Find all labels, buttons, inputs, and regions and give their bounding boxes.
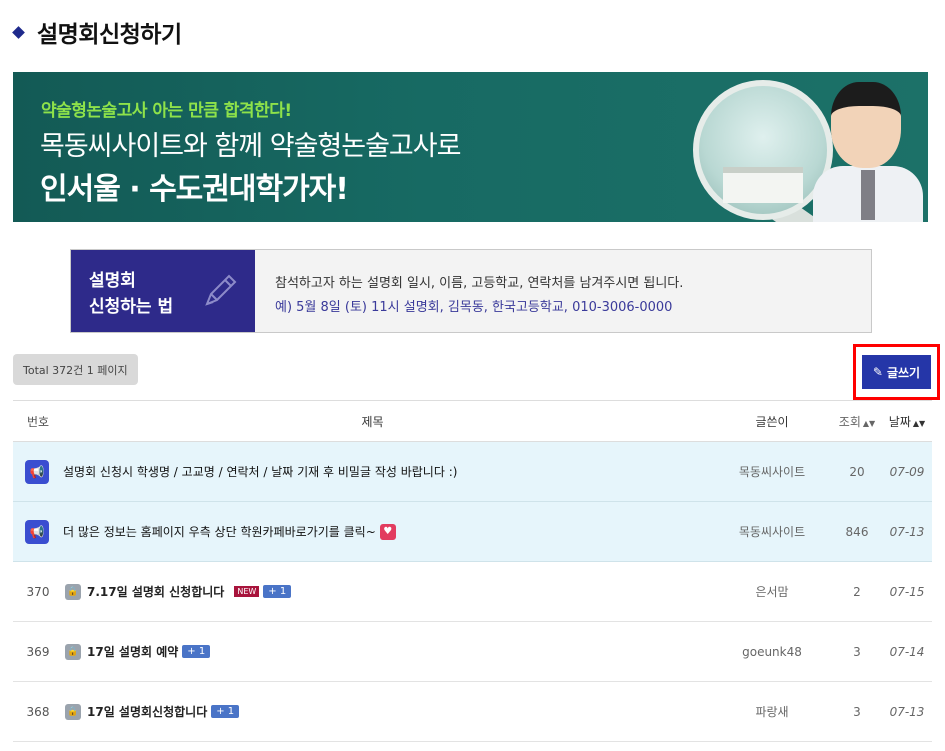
post-title-link[interactable]: 17일 설명회 예약: [87, 643, 178, 660]
table-row[interactable]: 368 🔒 17일 설명회신청합니다 + 1 파랑새 3 07-13: [13, 682, 932, 742]
post-num: 369: [26, 644, 50, 659]
megaphone-icon: 📢: [25, 459, 49, 484]
pencil-icon: ✎: [872, 365, 883, 379]
table-row[interactable]: 370 🔒 7.17일 설명회 신청합니다 NEW + 1 은서맘 2 07-1…: [13, 562, 932, 622]
col-date-label: 날짜: [888, 414, 911, 429]
megaphone-icon: 📢: [25, 519, 49, 544]
university-building-graphic: [723, 167, 803, 203]
lock-icon: 🔒: [65, 643, 81, 660]
notice-row[interactable]: 📢 설명회 신청시 학생명 / 고교명 / 연락처 / 날짜 기재 후 비밀글 …: [13, 442, 932, 502]
write-button[interactable]: ✎ 글쓰기: [862, 355, 931, 389]
col-views-label: 조회: [838, 414, 861, 429]
col-num: 번호: [26, 414, 50, 429]
post-views: 3: [853, 704, 861, 719]
howto-label: 설명회 신청하는 법: [71, 250, 255, 332]
post-date: 07-14: [889, 644, 925, 659]
pencil-icon: [205, 274, 237, 306]
comment-count-badge: + 1: [263, 585, 292, 598]
table-header: 번호 제목 글쓴이 조회 ▲▼ 날짜 ▲▼: [13, 401, 932, 442]
howto-instruction: 참석하고자 하는 설명회 일시, 이름, 고등학교, 연락처를 남겨주시면 됩니…: [275, 276, 684, 291]
notice-views: 20: [849, 464, 865, 479]
post-num: 370: [26, 584, 50, 599]
notice-date: 07-13: [889, 524, 925, 539]
post-views: 3: [853, 644, 861, 659]
board-table: 번호 제목 글쓴이 조회 ▲▼ 날짜 ▲▼ 📢 설명회 신청시 학생명 / 고교명 …: [13, 400, 932, 742]
howto-example: 예) 5월 8일 (토) 11시 설명회, 김목동, 한국고등학교, 010-3…: [275, 300, 673, 315]
sort-icon: ▲▼: [862, 418, 876, 428]
post-author[interactable]: goeunk48: [712, 645, 832, 659]
comment-count-badge: + 1: [211, 705, 240, 718]
page-title: 설명회신청하기: [37, 22, 182, 48]
post-author[interactable]: 은서맘: [712, 583, 832, 600]
post-author[interactable]: 파랑새: [712, 703, 832, 720]
notice-title-link[interactable]: 더 많은 정보는 홈페이지 우측 상단 학원카페바로가기를 클릭~: [63, 523, 376, 540]
lock-icon: 🔒: [65, 703, 81, 720]
howto-box: 설명회 신청하는 법 참석하고자 하는 설명회 일시, 이름, 고등학교, 연락…: [70, 249, 872, 333]
comment-count-badge: + 1: [182, 645, 211, 658]
howto-label-line2: 신청하는 법: [89, 297, 174, 317]
table-row[interactable]: 369 🔒 17일 설명회 예약 + 1 goeunk48 3 07-14: [13, 622, 932, 682]
post-num: 368: [26, 704, 50, 719]
post-title-link[interactable]: 17일 설명회신청합니다: [87, 703, 207, 720]
post-views: 2: [853, 584, 861, 599]
notice-title-link[interactable]: 설명회 신청시 학생명 / 고교명 / 연락처 / 날짜 기재 후 비밀글 작성…: [63, 463, 457, 480]
notice-author[interactable]: 목동씨사이트: [712, 523, 832, 540]
write-button-highlight: ✎ 글쓰기: [853, 344, 940, 400]
banner-subtitle: 약술형논술고사 아는 만큼 합격한다!: [41, 101, 292, 121]
col-author: 글쓴이: [755, 414, 789, 429]
post-date: 07-13: [889, 704, 925, 719]
banner-headline-2: 인서울 · 수도권대학가자!: [40, 172, 349, 207]
col-date-sort[interactable]: 날짜 ▲▼: [882, 413, 932, 430]
col-views-sort[interactable]: 조회 ▲▼: [832, 413, 882, 430]
notice-date: 07-09: [889, 464, 925, 479]
howto-label-line1: 설명회: [89, 271, 136, 291]
lock-icon: 🔒: [65, 583, 81, 600]
new-badge: NEW: [234, 586, 260, 597]
student-photo: [813, 78, 923, 222]
promo-banner[interactable]: 약술형논술고사 아는 만큼 합격한다! 목동씨사이트와 함께 약술형논술고사로 …: [13, 72, 928, 222]
notice-views: 846: [845, 524, 869, 539]
post-date: 07-15: [889, 584, 925, 599]
page-header: 설명회신청하기: [12, 14, 182, 50]
page: 설명회신청하기 약술형논술고사 아는 만큼 합격한다! 목동씨사이트와 함께 약…: [0, 0, 945, 751]
notice-author[interactable]: 목동씨사이트: [712, 463, 832, 480]
banner-headline-1: 목동씨사이트와 함께 약술형논술고사로: [40, 131, 461, 162]
sort-icon: ▲▼: [912, 418, 926, 428]
total-count-badge: Total 372건 1 페이지: [13, 354, 138, 385]
diamond-icon: [12, 25, 25, 39]
write-button-label: 글쓰기: [886, 365, 921, 380]
post-title-link[interactable]: 7.17일 설명회 신청합니다: [87, 583, 224, 600]
heart-icon: ♥: [379, 523, 396, 540]
notice-row[interactable]: 📢 더 많은 정보는 홈페이지 우측 상단 학원카페바로가기를 클릭~ ♥ 목동…: [13, 502, 932, 562]
col-title: 제목: [361, 414, 384, 429]
